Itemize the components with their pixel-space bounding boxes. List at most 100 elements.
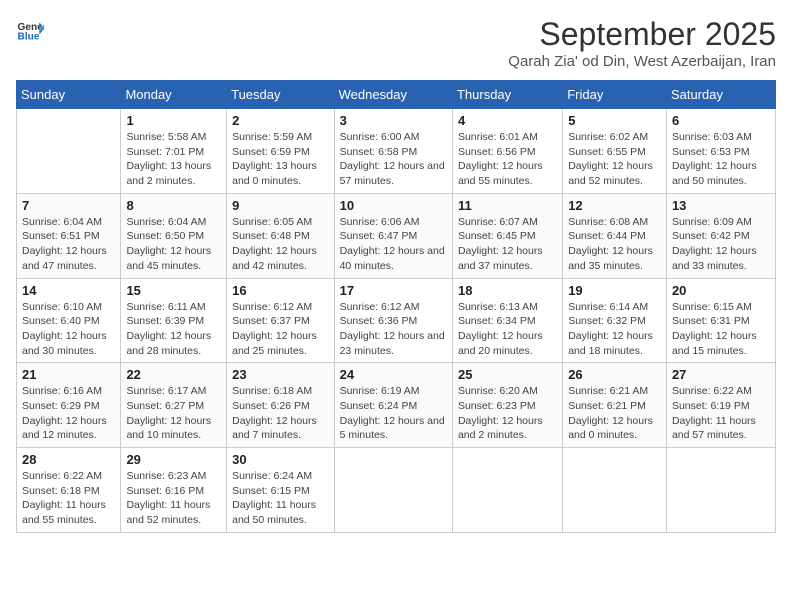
week-row: 21 Sunrise: 6:16 AMSunset: 6:29 PMDaylig… bbox=[17, 363, 776, 448]
day-number: 19 bbox=[568, 283, 661, 298]
calendar-cell: 16 Sunrise: 6:12 AMSunset: 6:37 PMDaylig… bbox=[227, 278, 334, 363]
calendar-cell: 22 Sunrise: 6:17 AMSunset: 6:27 PMDaylig… bbox=[121, 363, 227, 448]
day-info: Sunrise: 6:22 AMSunset: 6:19 PMDaylight:… bbox=[672, 384, 770, 443]
calendar-cell: 23 Sunrise: 6:18 AMSunset: 6:26 PMDaylig… bbox=[227, 363, 334, 448]
calendar-cell bbox=[563, 448, 667, 533]
calendar-cell: 13 Sunrise: 6:09 AMSunset: 6:42 PMDaylig… bbox=[666, 193, 775, 278]
day-number: 1 bbox=[126, 113, 221, 128]
calendar-cell: 19 Sunrise: 6:14 AMSunset: 6:32 PMDaylig… bbox=[563, 278, 667, 363]
calendar-cell: 10 Sunrise: 6:06 AMSunset: 6:47 PMDaylig… bbox=[334, 193, 452, 278]
day-number: 30 bbox=[232, 452, 328, 467]
calendar-cell: 20 Sunrise: 6:15 AMSunset: 6:31 PMDaylig… bbox=[666, 278, 775, 363]
day-header-saturday: Saturday bbox=[666, 81, 775, 109]
day-info: Sunrise: 5:59 AMSunset: 6:59 PMDaylight:… bbox=[232, 130, 328, 189]
day-number: 9 bbox=[232, 198, 328, 213]
calendar-cell bbox=[452, 448, 562, 533]
day-number: 27 bbox=[672, 367, 770, 382]
day-info: Sunrise: 6:19 AMSunset: 6:24 PMDaylight:… bbox=[340, 384, 447, 443]
day-number: 7 bbox=[22, 198, 115, 213]
day-info: Sunrise: 6:18 AMSunset: 6:26 PMDaylight:… bbox=[232, 384, 328, 443]
day-info: Sunrise: 6:04 AMSunset: 6:50 PMDaylight:… bbox=[126, 215, 221, 274]
day-number: 4 bbox=[458, 113, 557, 128]
day-number: 22 bbox=[126, 367, 221, 382]
calendar-cell: 3 Sunrise: 6:00 AMSunset: 6:58 PMDayligh… bbox=[334, 109, 452, 194]
day-number: 5 bbox=[568, 113, 661, 128]
page-header: General Blue September 2025 Qarah Zia' o… bbox=[16, 16, 776, 70]
calendar-cell: 14 Sunrise: 6:10 AMSunset: 6:40 PMDaylig… bbox=[17, 278, 121, 363]
calendar-cell bbox=[666, 448, 775, 533]
day-header-tuesday: Tuesday bbox=[227, 81, 334, 109]
day-number: 28 bbox=[22, 452, 115, 467]
week-row: 14 Sunrise: 6:10 AMSunset: 6:40 PMDaylig… bbox=[17, 278, 776, 363]
day-info: Sunrise: 6:07 AMSunset: 6:45 PMDaylight:… bbox=[458, 215, 557, 274]
day-number: 15 bbox=[126, 283, 221, 298]
location-subtitle: Qarah Zia' od Din, West Azerbaijan, Iran bbox=[508, 53, 776, 70]
day-number: 29 bbox=[126, 452, 221, 467]
day-number: 16 bbox=[232, 283, 328, 298]
day-number: 23 bbox=[232, 367, 328, 382]
day-header-sunday: Sunday bbox=[17, 81, 121, 109]
day-info: Sunrise: 6:15 AMSunset: 6:31 PMDaylight:… bbox=[672, 300, 770, 359]
day-info: Sunrise: 6:21 AMSunset: 6:21 PMDaylight:… bbox=[568, 384, 661, 443]
calendar-cell: 26 Sunrise: 6:21 AMSunset: 6:21 PMDaylig… bbox=[563, 363, 667, 448]
day-number: 26 bbox=[568, 367, 661, 382]
day-number: 21 bbox=[22, 367, 115, 382]
day-info: Sunrise: 6:17 AMSunset: 6:27 PMDaylight:… bbox=[126, 384, 221, 443]
logo: General Blue bbox=[16, 16, 44, 44]
day-header-monday: Monday bbox=[121, 81, 227, 109]
calendar-cell bbox=[334, 448, 452, 533]
day-info: Sunrise: 6:10 AMSunset: 6:40 PMDaylight:… bbox=[22, 300, 115, 359]
calendar-cell: 17 Sunrise: 6:12 AMSunset: 6:36 PMDaylig… bbox=[334, 278, 452, 363]
day-header-thursday: Thursday bbox=[452, 81, 562, 109]
day-info: Sunrise: 6:11 AMSunset: 6:39 PMDaylight:… bbox=[126, 300, 221, 359]
day-headers: SundayMondayTuesdayWednesdayThursdayFrid… bbox=[17, 81, 776, 109]
day-info: Sunrise: 6:13 AMSunset: 6:34 PMDaylight:… bbox=[458, 300, 557, 359]
calendar-cell: 11 Sunrise: 6:07 AMSunset: 6:45 PMDaylig… bbox=[452, 193, 562, 278]
day-info: Sunrise: 6:16 AMSunset: 6:29 PMDaylight:… bbox=[22, 384, 115, 443]
day-info: Sunrise: 6:09 AMSunset: 6:42 PMDaylight:… bbox=[672, 215, 770, 274]
day-number: 10 bbox=[340, 198, 447, 213]
day-info: Sunrise: 6:24 AMSunset: 6:15 PMDaylight:… bbox=[232, 469, 328, 528]
day-header-friday: Friday bbox=[563, 81, 667, 109]
day-info: Sunrise: 6:01 AMSunset: 6:56 PMDaylight:… bbox=[458, 130, 557, 189]
day-number: 20 bbox=[672, 283, 770, 298]
week-row: 7 Sunrise: 6:04 AMSunset: 6:51 PMDayligh… bbox=[17, 193, 776, 278]
calendar-cell: 30 Sunrise: 6:24 AMSunset: 6:15 PMDaylig… bbox=[227, 448, 334, 533]
day-info: Sunrise: 6:04 AMSunset: 6:51 PMDaylight:… bbox=[22, 215, 115, 274]
day-number: 25 bbox=[458, 367, 557, 382]
day-number: 8 bbox=[126, 198, 221, 213]
day-info: Sunrise: 6:22 AMSunset: 6:18 PMDaylight:… bbox=[22, 469, 115, 528]
day-info: Sunrise: 6:23 AMSunset: 6:16 PMDaylight:… bbox=[126, 469, 221, 528]
title-block: September 2025 Qarah Zia' od Din, West A… bbox=[508, 16, 776, 70]
calendar-cell: 2 Sunrise: 5:59 AMSunset: 6:59 PMDayligh… bbox=[227, 109, 334, 194]
calendar-cell: 5 Sunrise: 6:02 AMSunset: 6:55 PMDayligh… bbox=[563, 109, 667, 194]
calendar-table: SundayMondayTuesdayWednesdayThursdayFrid… bbox=[16, 80, 776, 533]
calendar-cell: 28 Sunrise: 6:22 AMSunset: 6:18 PMDaylig… bbox=[17, 448, 121, 533]
calendar-cell: 6 Sunrise: 6:03 AMSunset: 6:53 PMDayligh… bbox=[666, 109, 775, 194]
day-info: Sunrise: 6:02 AMSunset: 6:55 PMDaylight:… bbox=[568, 130, 661, 189]
day-info: Sunrise: 6:12 AMSunset: 6:36 PMDaylight:… bbox=[340, 300, 447, 359]
week-row: 1 Sunrise: 5:58 AMSunset: 7:01 PMDayligh… bbox=[17, 109, 776, 194]
calendar-cell: 12 Sunrise: 6:08 AMSunset: 6:44 PMDaylig… bbox=[563, 193, 667, 278]
day-number: 11 bbox=[458, 198, 557, 213]
day-info: Sunrise: 6:06 AMSunset: 6:47 PMDaylight:… bbox=[340, 215, 447, 274]
day-info: Sunrise: 6:05 AMSunset: 6:48 PMDaylight:… bbox=[232, 215, 328, 274]
day-number: 13 bbox=[672, 198, 770, 213]
day-info: Sunrise: 6:12 AMSunset: 6:37 PMDaylight:… bbox=[232, 300, 328, 359]
day-number: 14 bbox=[22, 283, 115, 298]
day-number: 6 bbox=[672, 113, 770, 128]
calendar-cell bbox=[17, 109, 121, 194]
day-number: 12 bbox=[568, 198, 661, 213]
day-info: Sunrise: 6:03 AMSunset: 6:53 PMDaylight:… bbox=[672, 130, 770, 189]
day-info: Sunrise: 6:14 AMSunset: 6:32 PMDaylight:… bbox=[568, 300, 661, 359]
calendar-cell: 21 Sunrise: 6:16 AMSunset: 6:29 PMDaylig… bbox=[17, 363, 121, 448]
day-number: 24 bbox=[340, 367, 447, 382]
month-title: September 2025 bbox=[508, 16, 776, 53]
day-info: Sunrise: 6:08 AMSunset: 6:44 PMDaylight:… bbox=[568, 215, 661, 274]
calendar-cell: 7 Sunrise: 6:04 AMSunset: 6:51 PMDayligh… bbox=[17, 193, 121, 278]
day-number: 3 bbox=[340, 113, 447, 128]
week-row: 28 Sunrise: 6:22 AMSunset: 6:18 PMDaylig… bbox=[17, 448, 776, 533]
calendar-cell: 25 Sunrise: 6:20 AMSunset: 6:23 PMDaylig… bbox=[452, 363, 562, 448]
day-header-wednesday: Wednesday bbox=[334, 81, 452, 109]
day-number: 2 bbox=[232, 113, 328, 128]
